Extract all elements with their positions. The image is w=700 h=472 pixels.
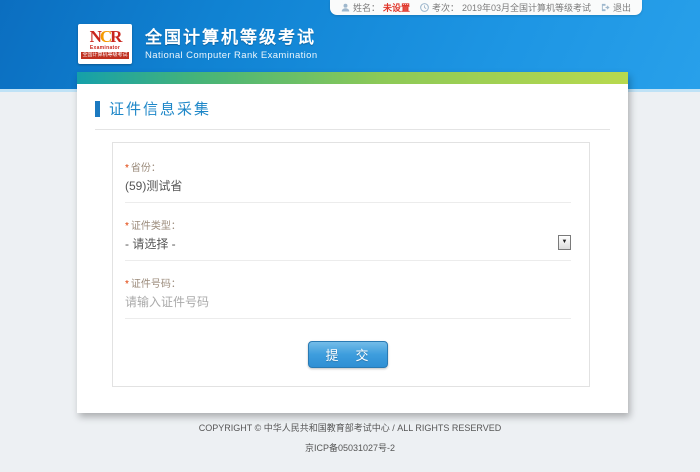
cert-no-input-wrap <box>125 295 571 319</box>
brand-area: NCR Examinator 全国计算机等级考试 全国计算机等级考试 Natio… <box>78 24 318 64</box>
exam-session-label: 考次： <box>432 1 459 14</box>
province-label: *省份： <box>125 163 571 175</box>
logout-icon <box>601 3 610 12</box>
title-divider <box>95 129 610 130</box>
user-name-item: 姓名：未设置 <box>341 1 410 14</box>
copyright-text: COPYRIGHT © 中华人民共和国教育部考试中心 / ALL RIGHTS … <box>0 421 700 434</box>
user-topbar: 姓名：未设置 考次：2019年03月全国计算机等级考试 退出 <box>330 0 642 15</box>
user-name-label: 姓名： <box>353 1 380 14</box>
province-field: *省份： (59)测试省 <box>125 163 571 203</box>
required-mark: * <box>125 163 129 174</box>
submit-button[interactable]: 提 交 <box>308 341 388 368</box>
dropdown-arrow-icon[interactable]: ▼ <box>558 235 571 250</box>
section-title-row: 证件信息采集 <box>95 98 610 119</box>
logout-button[interactable]: 退出 <box>601 1 631 14</box>
logout-label: 退出 <box>613 1 631 14</box>
province-value: (59)测试省 <box>125 179 571 203</box>
brand-text: 全国计算机等级考试 National Computer Rank Examina… <box>145 28 318 61</box>
cert-no-input[interactable] <box>125 295 571 310</box>
logo-letters: NCR <box>90 29 121 45</box>
certificate-form: *省份： (59)测试省 *证件类型： - 请选择 - ▼ *证件号码： <box>112 142 590 387</box>
cert-no-label: *证件号码： <box>125 279 571 291</box>
cert-type-label: *证件类型： <box>125 221 571 233</box>
title-accent-bar <box>95 101 100 117</box>
cert-no-field: *证件号码： <box>125 279 571 319</box>
cert-type-select[interactable]: - 请选择 - ▼ <box>125 237 571 261</box>
site-title: 全国计算机等级考试 <box>145 28 318 48</box>
logo-band: 全国计算机等级考试 <box>81 52 129 59</box>
exam-session-item: 考次：2019年03月全国计算机等级考试 <box>420 1 591 14</box>
page-footer: COPYRIGHT © 中华人民共和国教育部考试中心 / ALL RIGHTS … <box>0 421 700 454</box>
user-icon <box>341 3 350 12</box>
main-panel: 证件信息采集 *省份： (59)测试省 *证件类型： - 请选择 - ▼ <box>77 72 628 413</box>
clock-icon <box>420 3 429 12</box>
page-title: 证件信息采集 <box>109 98 211 119</box>
cert-type-selected-value: - 请选择 - <box>125 237 176 252</box>
site-subtitle: National Computer Rank Examination <box>145 50 318 61</box>
required-mark: * <box>125 221 129 232</box>
user-name-value: 未设置 <box>383 1 410 14</box>
icp-license-text: 京ICP备05031027号-2 <box>0 441 700 454</box>
exam-session-value: 2019年03月全国计算机等级考试 <box>462 1 591 14</box>
cert-type-field: *证件类型： - 请选择 - ▼ <box>125 221 571 261</box>
required-mark: * <box>125 279 129 290</box>
ncre-logo: NCR Examinator 全国计算机等级考试 <box>78 24 132 64</box>
content-section: 证件信息采集 *省份： (59)测试省 *证件类型： - 请选择 - ▼ <box>77 98 628 387</box>
logo-subtext: Examinator <box>90 45 120 51</box>
decorative-strip <box>77 72 628 84</box>
